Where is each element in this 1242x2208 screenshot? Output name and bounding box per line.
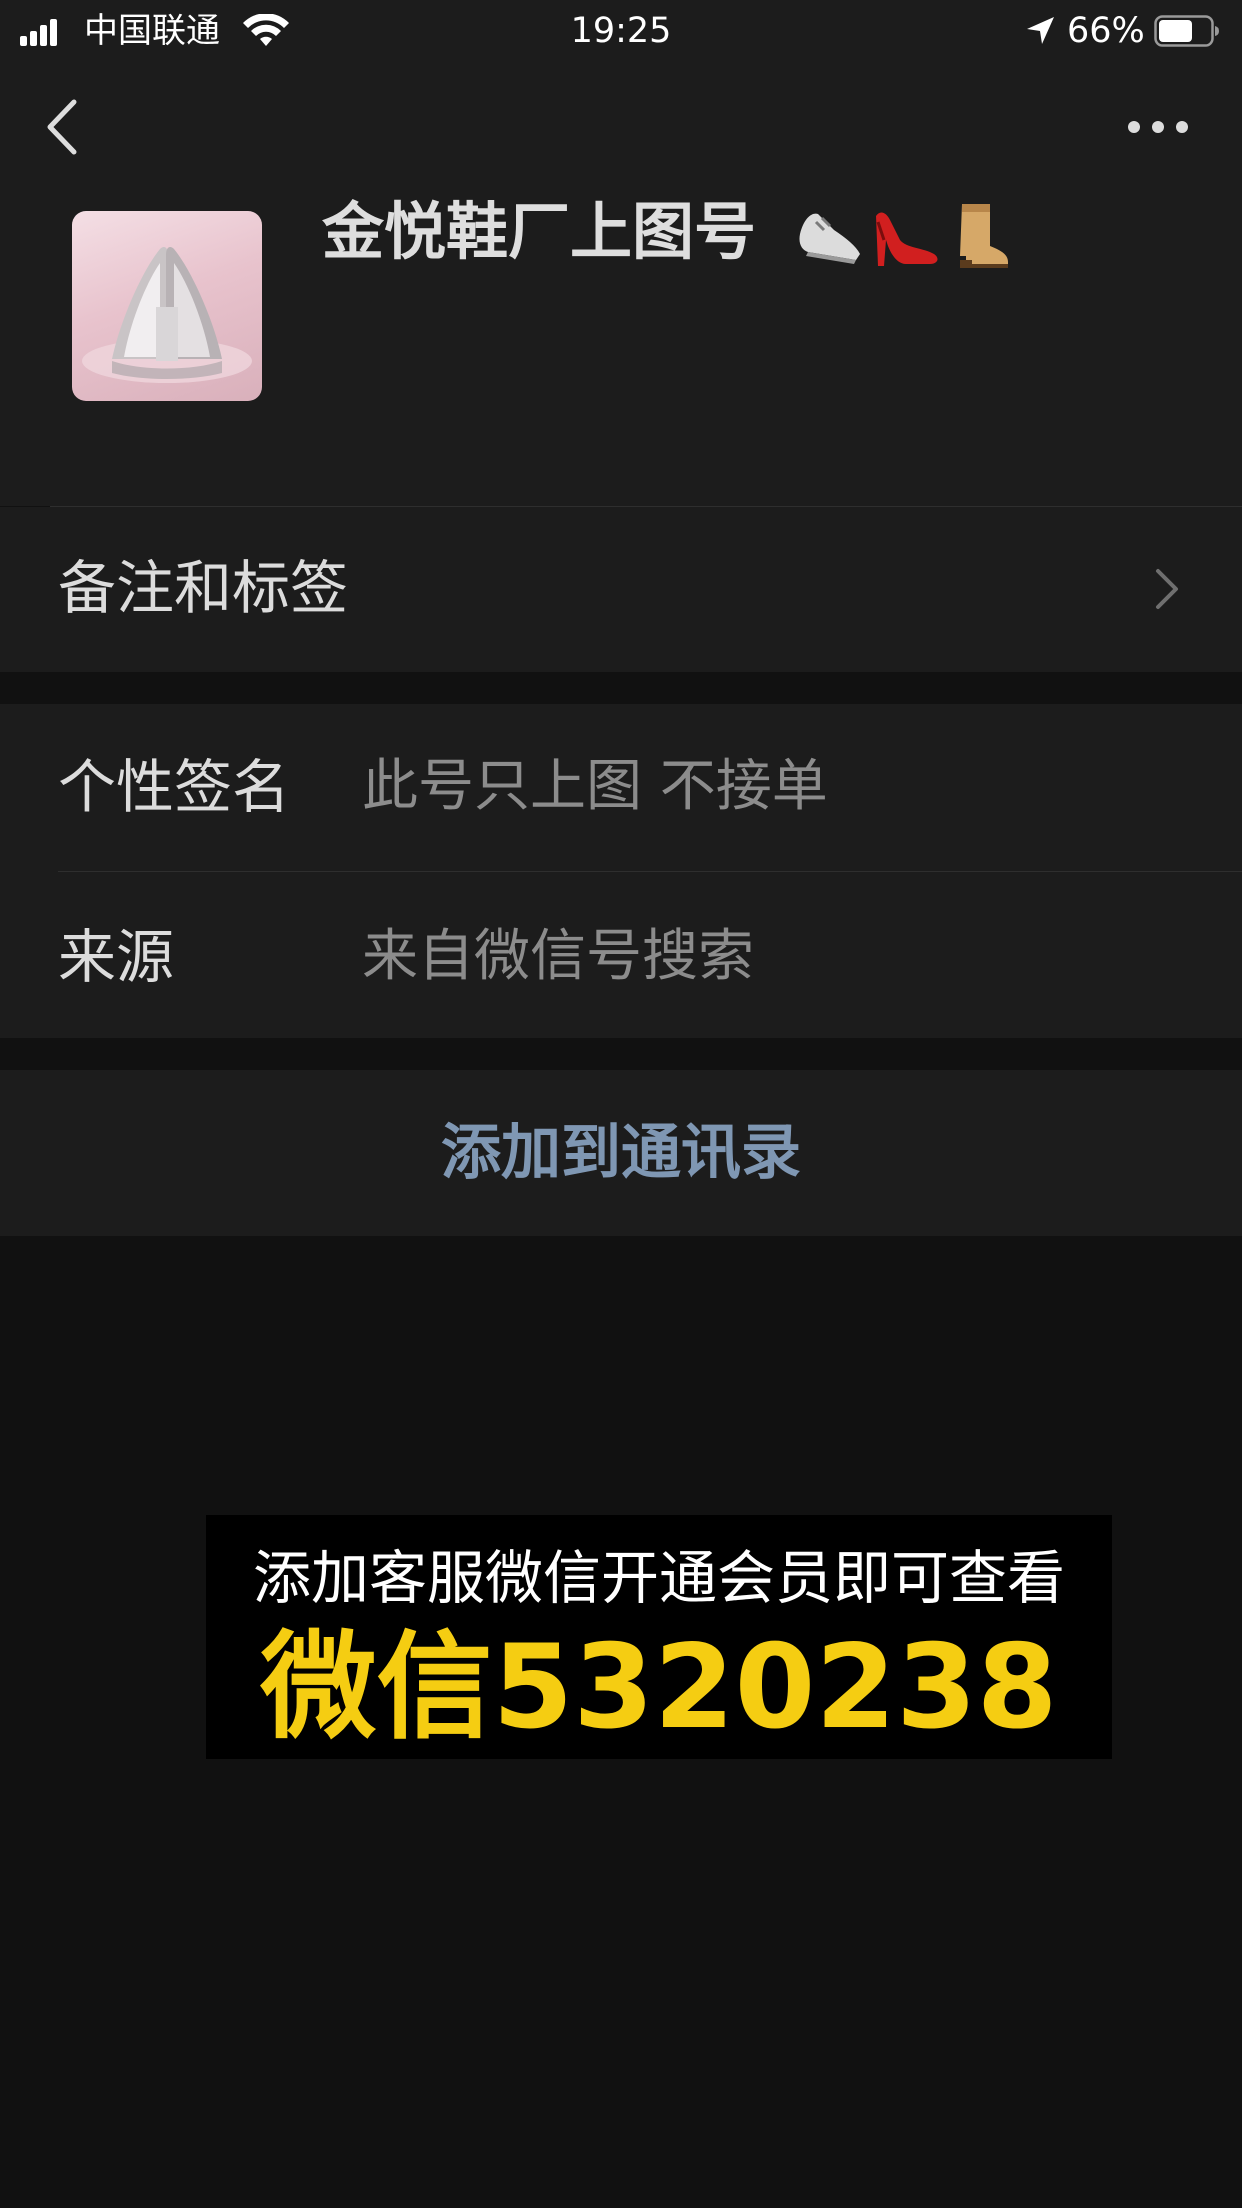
source-row: 来源 来自微信号搜索: [0, 872, 1242, 1038]
sneaker-emoji: [799, 213, 860, 264]
avatar[interactable]: [72, 211, 262, 401]
add-contact-label: 添加到通讯录: [441, 1118, 801, 1188]
add-contact-button[interactable]: 添加到通讯录: [0, 1070, 1242, 1236]
chevron-left-icon[interactable]: [34, 92, 94, 162]
shoe-emojis: [799, 204, 1008, 268]
signature-row: 个性签名 此号只上图 不接单: [0, 704, 1242, 872]
remark-row[interactable]: 备注和标签: [0, 507, 1242, 672]
status-bar: 中国联通 19:25 66%: [0, 0, 1242, 62]
profile-header: 金悦鞋厂上图号: [0, 192, 1242, 507]
source-label: 来源: [58, 923, 175, 991]
location-arrow-icon: [1027, 17, 1054, 44]
chevron-right-icon: [1156, 569, 1178, 609]
high-heels-photo: [82, 247, 252, 383]
remark-label: 备注和标签: [58, 554, 349, 622]
nav-bar: [0, 62, 1242, 192]
more-dots-icon[interactable]: [1120, 102, 1200, 152]
source-value: 来自微信号搜索: [362, 924, 754, 989]
promo-banner: 添加客服微信开通会员即可查看 微信5320238: [206, 1515, 1112, 1759]
promo-text: 添加客服微信开通会员即可查看: [252, 1544, 1065, 1612]
promo-wechat-id: 微信5320238: [260, 1620, 1058, 1755]
battery-icon: [1154, 15, 1219, 47]
signature-label: 个性签名: [58, 753, 291, 821]
high-heel-emoji: [876, 212, 938, 266]
profile-name: 金悦鞋厂上图号: [322, 195, 757, 268]
signature-value: 此号只上图 不接单: [362, 754, 828, 819]
battery-percentage: 66%: [1067, 11, 1145, 51]
boot-emoji: [960, 204, 1008, 268]
